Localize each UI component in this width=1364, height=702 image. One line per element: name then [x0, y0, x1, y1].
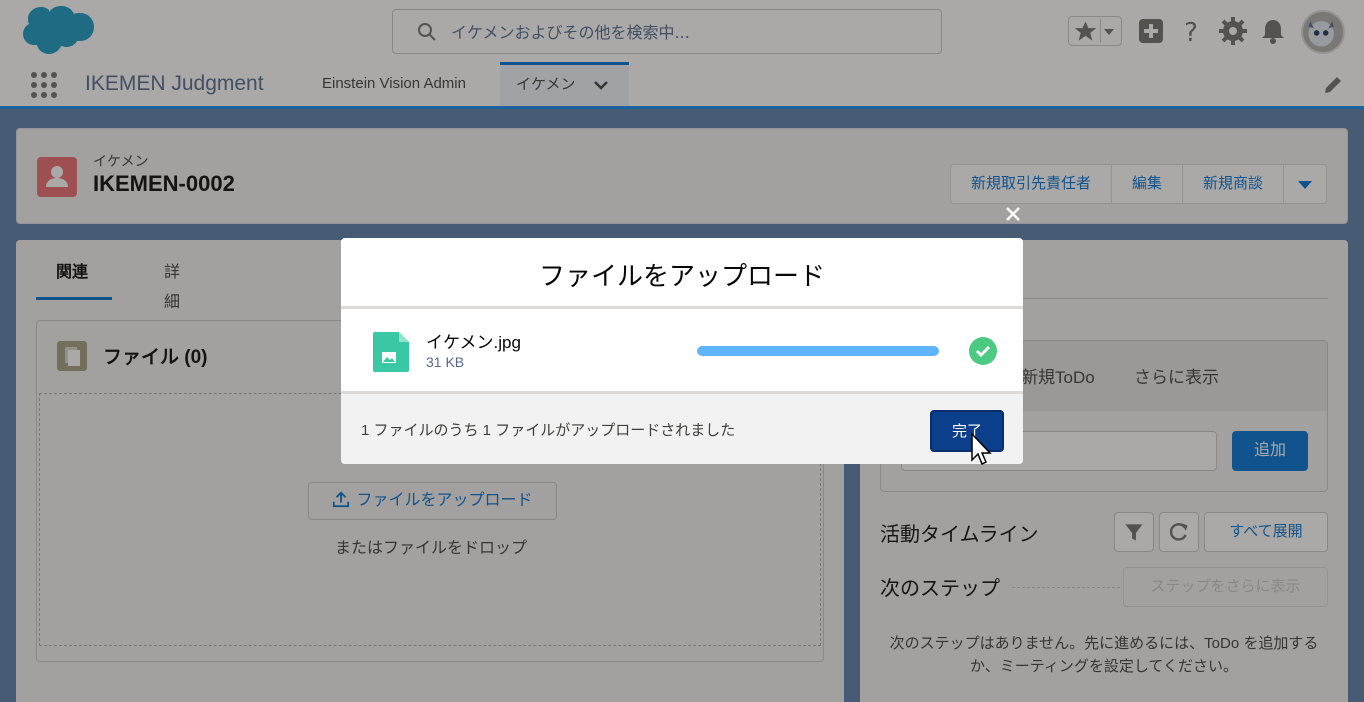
mouse-cursor-icon [971, 432, 992, 466]
file-size: 31 KB [426, 354, 465, 370]
upload-progress-fill [697, 346, 939, 356]
modal-footer: 1 ファイルのうち 1 ファイルがアップロードされました 完了 [341, 391, 1023, 464]
upload-files-modal: ファイルをアップロード イケメン.jpg 31 KB 1 ファイルのうち 1 フ… [341, 238, 1023, 464]
upload-file-row: イケメン.jpg 31 KB [341, 312, 1023, 391]
success-check-icon [969, 337, 997, 365]
file-name: イケメン.jpg [426, 333, 521, 352]
close-icon[interactable] [1001, 202, 1025, 226]
upload-progress-bar [697, 346, 939, 356]
upload-status-text: 1 ファイルのうち 1 ファイルがアップロードされました [361, 422, 736, 439]
modal-title: ファイルをアップロード [538, 261, 825, 291]
image-file-icon [373, 332, 409, 372]
modal-header: ファイルをアップロード [341, 238, 1023, 309]
